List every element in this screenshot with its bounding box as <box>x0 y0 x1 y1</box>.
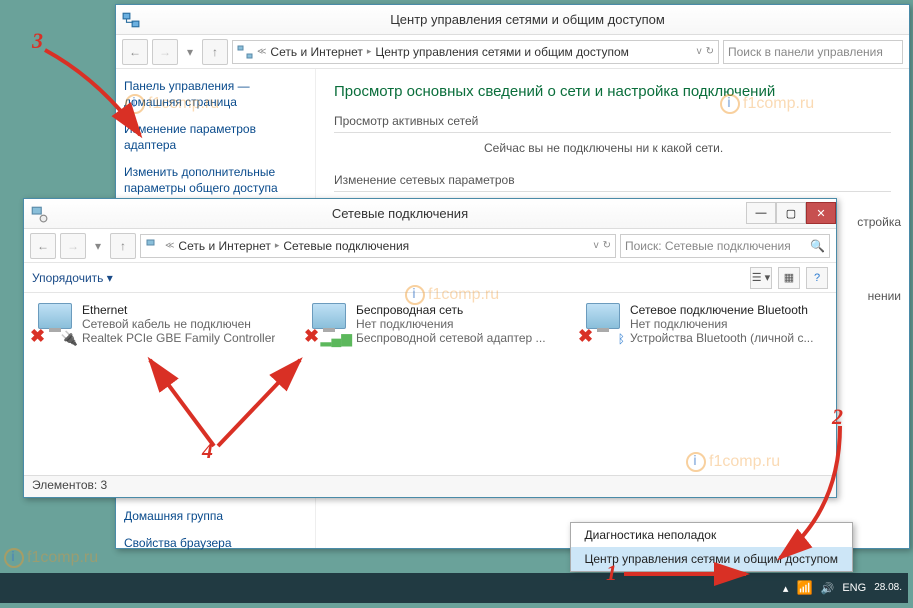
back-button[interactable]: ← <box>30 233 56 259</box>
window-controls: — ▢ ✕ <box>746 203 836 224</box>
connection-status: Сетевой кабель не подключен <box>82 317 275 331</box>
navbar: ← → ▾ ↑ ≪ Сеть и Интернет ▸ Центр управл… <box>116 35 909 69</box>
connection-wireless[interactable]: ▂▄▆ ✖ Беспроводная сеть Нет подключения … <box>308 303 552 345</box>
error-x-icon: ✖ <box>30 326 45 347</box>
sidebar-homegroup[interactable]: Домашняя группа <box>124 509 307 525</box>
breadcrumb-p1[interactable]: Сеть и Интернет <box>178 239 270 253</box>
network-icon <box>237 44 253 60</box>
connection-device: Беспроводной сетевой адаптер ... <box>356 331 546 345</box>
system-tray: ▴ 📶 🔊 ENG 28.08. <box>783 580 902 596</box>
active-networks-label: Просмотр активных сетей <box>334 114 891 128</box>
view-options-button[interactable]: ☰ ▾ <box>750 267 772 289</box>
back-button[interactable]: ← <box>122 39 148 65</box>
forward-button[interactable]: → <box>60 233 86 259</box>
annotation-4: 4 <box>202 438 213 464</box>
page-heading: Просмотр основных сведений о сети и наст… <box>334 83 891 100</box>
error-x-icon: ✖ <box>578 326 593 347</box>
dropdown-icon[interactable]: v <box>594 240 599 251</box>
watermark: f1comp.ru <box>4 548 98 568</box>
search-input[interactable]: Поиск в панели управления <box>723 40 903 64</box>
forward-button[interactable]: → <box>152 39 178 65</box>
window-network-connections: Сетевые подключения — ▢ ✕ ← → ▾ ↑ ≪ Сеть… <box>23 198 837 498</box>
sidebar-adapter-settings[interactable]: Изменение параметров адаптера <box>124 122 307 153</box>
change-params-label: Изменение сетевых параметров <box>334 173 891 187</box>
connections-icon <box>30 205 48 223</box>
annotation-1: 1 <box>606 560 617 586</box>
connections-icon <box>145 238 161 254</box>
sidebar-browser[interactable]: Свойства браузера <box>124 536 307 552</box>
preview-pane-button[interactable]: ▦ <box>778 267 800 289</box>
annotation-2: 2 <box>832 404 843 430</box>
tray-network-icon[interactable]: 📶 <box>796 580 812 596</box>
breadcrumb-p2[interactable]: Центр управления сетями и общим доступом <box>375 45 629 59</box>
connection-device: Realtek PCIe GBE Family Controller <box>82 331 275 345</box>
bluetooth-icon: ᛒ <box>617 331 626 347</box>
breadcrumb-p2[interactable]: Сетевые подключения <box>283 239 409 253</box>
organize-button[interactable]: Упорядочить ▾ <box>32 271 113 285</box>
minimize-button[interactable]: — <box>746 202 776 224</box>
window-title: Центр управления сетями и общим доступом <box>146 12 909 27</box>
up-button[interactable]: ↑ <box>110 233 136 259</box>
tray-expand-icon[interactable]: ▴ <box>783 582 789 595</box>
close-button[interactable]: ✕ <box>806 202 836 224</box>
breadcrumb[interactable]: ≪ Сеть и Интернет ▸ Центр управления сет… <box>232 40 719 64</box>
connection-ethernet[interactable]: 🔌 ✖ Ethernet Сетевой кабель не подключен… <box>34 303 278 345</box>
titlebar[interactable]: Сетевые подключения — ▢ ✕ <box>24 199 836 229</box>
window-title: Сетевые подключения <box>54 206 746 221</box>
status-bar: Элементов: 3 <box>24 475 836 497</box>
search-icon: 🔍 <box>810 239 825 253</box>
not-connected-text: Сейчас вы не подключены ни к какой сети. <box>484 141 891 155</box>
tray-volume-icon[interactable]: 🔊 <box>821 582 835 595</box>
connection-status: Нет подключения <box>356 317 546 331</box>
search-input[interactable]: Поиск: Сетевые подключения 🔍 <box>620 234 830 258</box>
connection-bluetooth[interactable]: ᛒ ✖ Сетевое подключение Bluetooth Нет по… <box>582 303 826 345</box>
refresh-icon[interactable]: ↻ <box>706 46 714 57</box>
connection-status: Нет подключения <box>630 317 813 331</box>
recent-button[interactable]: ▾ <box>182 39 198 65</box>
up-button[interactable]: ↑ <box>202 39 228 65</box>
recent-button[interactable]: ▾ <box>90 233 106 259</box>
wifi-bars-icon: ▂▄▆ <box>321 330 352 347</box>
breadcrumb-p1[interactable]: Сеть и Интернет <box>270 45 362 59</box>
connection-name: Сетевое подключение Bluetooth <box>630 303 813 317</box>
clock-date[interactable]: 28.08. <box>874 583 902 593</box>
breadcrumb[interactable]: ≪ Сеть и Интернет ▸ Сетевые подключения … <box>140 234 616 258</box>
sidebar-home[interactable]: Панель управления — домашняя страница <box>124 79 307 110</box>
network-center-icon <box>122 11 140 29</box>
navbar: ← → ▾ ↑ ≪ Сеть и Интернет ▸ Сетевые подк… <box>24 229 836 263</box>
connection-name: Ethernet <box>82 303 275 317</box>
error-x-icon: ✖ <box>304 326 319 347</box>
menu-diagnostics[interactable]: Диагностика неполадок <box>571 523 853 547</box>
dropdown-icon[interactable]: v <box>697 46 702 57</box>
toolbar: Упорядочить ▾ ☰ ▾ ▦ ? <box>24 263 836 293</box>
help-button[interactable]: ? <box>806 267 828 289</box>
maximize-button[interactable]: ▢ <box>776 202 806 224</box>
annotation-3: 3 <box>32 28 43 54</box>
connection-device: Устройства Bluetooth (личной с... <box>630 331 813 345</box>
taskbar: ▴ 📶 🔊 ENG 28.08. <box>0 573 908 603</box>
cable-icon: 🔌 <box>61 330 78 347</box>
connection-list: 🔌 ✖ Ethernet Сетевой кабель не подключен… <box>24 293 836 355</box>
titlebar[interactable]: Центр управления сетями и общим доступом <box>116 5 909 35</box>
refresh-icon[interactable]: ↻ <box>603 240 611 251</box>
sidebar-sharing-settings[interactable]: Изменить дополнительные параметры общего… <box>124 165 307 196</box>
language-indicator[interactable]: ENG <box>842 582 866 594</box>
connection-name: Беспроводная сеть <box>356 303 546 317</box>
